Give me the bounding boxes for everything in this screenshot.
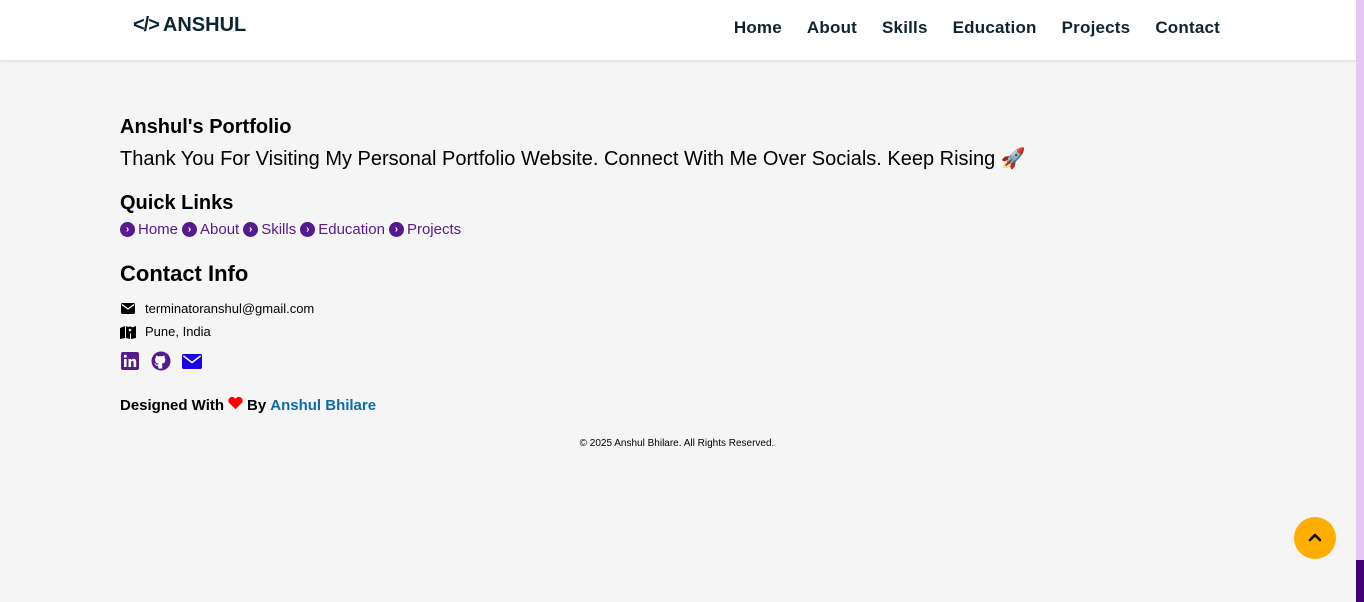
nav-menu: Home About Skills Education Projects Con… — [734, 18, 1220, 38]
linkedin-icon[interactable] — [120, 351, 140, 371]
scroll-to-top-button[interactable] — [1294, 517, 1336, 559]
quick-link-about[interactable]: › About — [182, 221, 239, 238]
chevron-right-icon: › — [300, 222, 316, 237]
quick-link-label: Home — [138, 221, 179, 238]
scrollbar-thumb[interactable] — [1356, 560, 1364, 602]
contact-info-heading: Contact Info — [120, 261, 249, 286]
nav-contact[interactable]: Contact — [1155, 18, 1220, 38]
quick-link-label: Education — [318, 221, 385, 238]
envelope-icon — [120, 303, 136, 314]
nav-projects[interactable]: Projects — [1062, 18, 1131, 38]
chevron-right-icon: › — [243, 222, 259, 237]
nav-home[interactable]: Home — [734, 18, 782, 38]
quick-link-skills[interactable]: › Skills — [243, 221, 296, 238]
chevron-right-icon: › — [182, 222, 198, 237]
quick-link-label: Projects — [406, 221, 462, 238]
brand-logo[interactable]: </> ANSHUL — [133, 14, 246, 37]
quick-link-projects[interactable]: › Projects — [388, 221, 462, 238]
designed-by-word: By — [247, 396, 267, 414]
nav-skills[interactable]: Skills — [882, 18, 928, 38]
quick-link-education[interactable]: › Education — [300, 221, 385, 238]
quick-links: › Home › About › Skills › Education › Pr… — [120, 221, 461, 238]
mail-icon[interactable] — [182, 351, 202, 371]
map-marker-icon — [120, 325, 136, 339]
chevron-up-icon — [1308, 529, 1322, 547]
designed-prefix: Designed With — [120, 396, 225, 414]
quick-links-heading: Quick Links — [120, 192, 234, 214]
nav-education[interactable]: Education — [953, 18, 1037, 38]
quick-link-home[interactable]: › Home — [120, 221, 178, 238]
heart-icon — [228, 396, 243, 414]
contact-email: terminatoranshul@gmail.com — [120, 301, 314, 316]
author-link[interactable]: Anshul Bhilare — [270, 397, 376, 414]
email-text: terminatoranshul@gmail.com — [145, 301, 315, 316]
social-links — [120, 351, 202, 371]
github-icon[interactable] — [151, 351, 171, 371]
footer-title: Anshul's Portfolio — [120, 116, 292, 138]
location-text: Pune, India — [145, 324, 211, 339]
quick-link-label: About — [200, 221, 240, 238]
chevron-right-icon: › — [120, 222, 135, 237]
navbar: </> ANSHUL Home About Skills Education P… — [0, 0, 1356, 60]
chevron-right-icon: › — [388, 222, 404, 237]
contact-location: Pune, India — [120, 324, 211, 339]
copyright: © 2025 Anshul Bhilare. All Rights Reserv… — [579, 438, 775, 449]
brand-name: ANSHUL — [162, 14, 247, 36]
scrollbar-track[interactable] — [1356, 0, 1364, 602]
nav-about[interactable]: About — [807, 18, 857, 38]
quick-link-label: Skills — [261, 221, 297, 238]
footer-tagline: Thank You For Visiting My Personal Portf… — [120, 148, 1026, 170]
code-icon: </> — [133, 14, 160, 36]
designed-by: Designed With By Anshul Bhilare — [120, 396, 376, 414]
